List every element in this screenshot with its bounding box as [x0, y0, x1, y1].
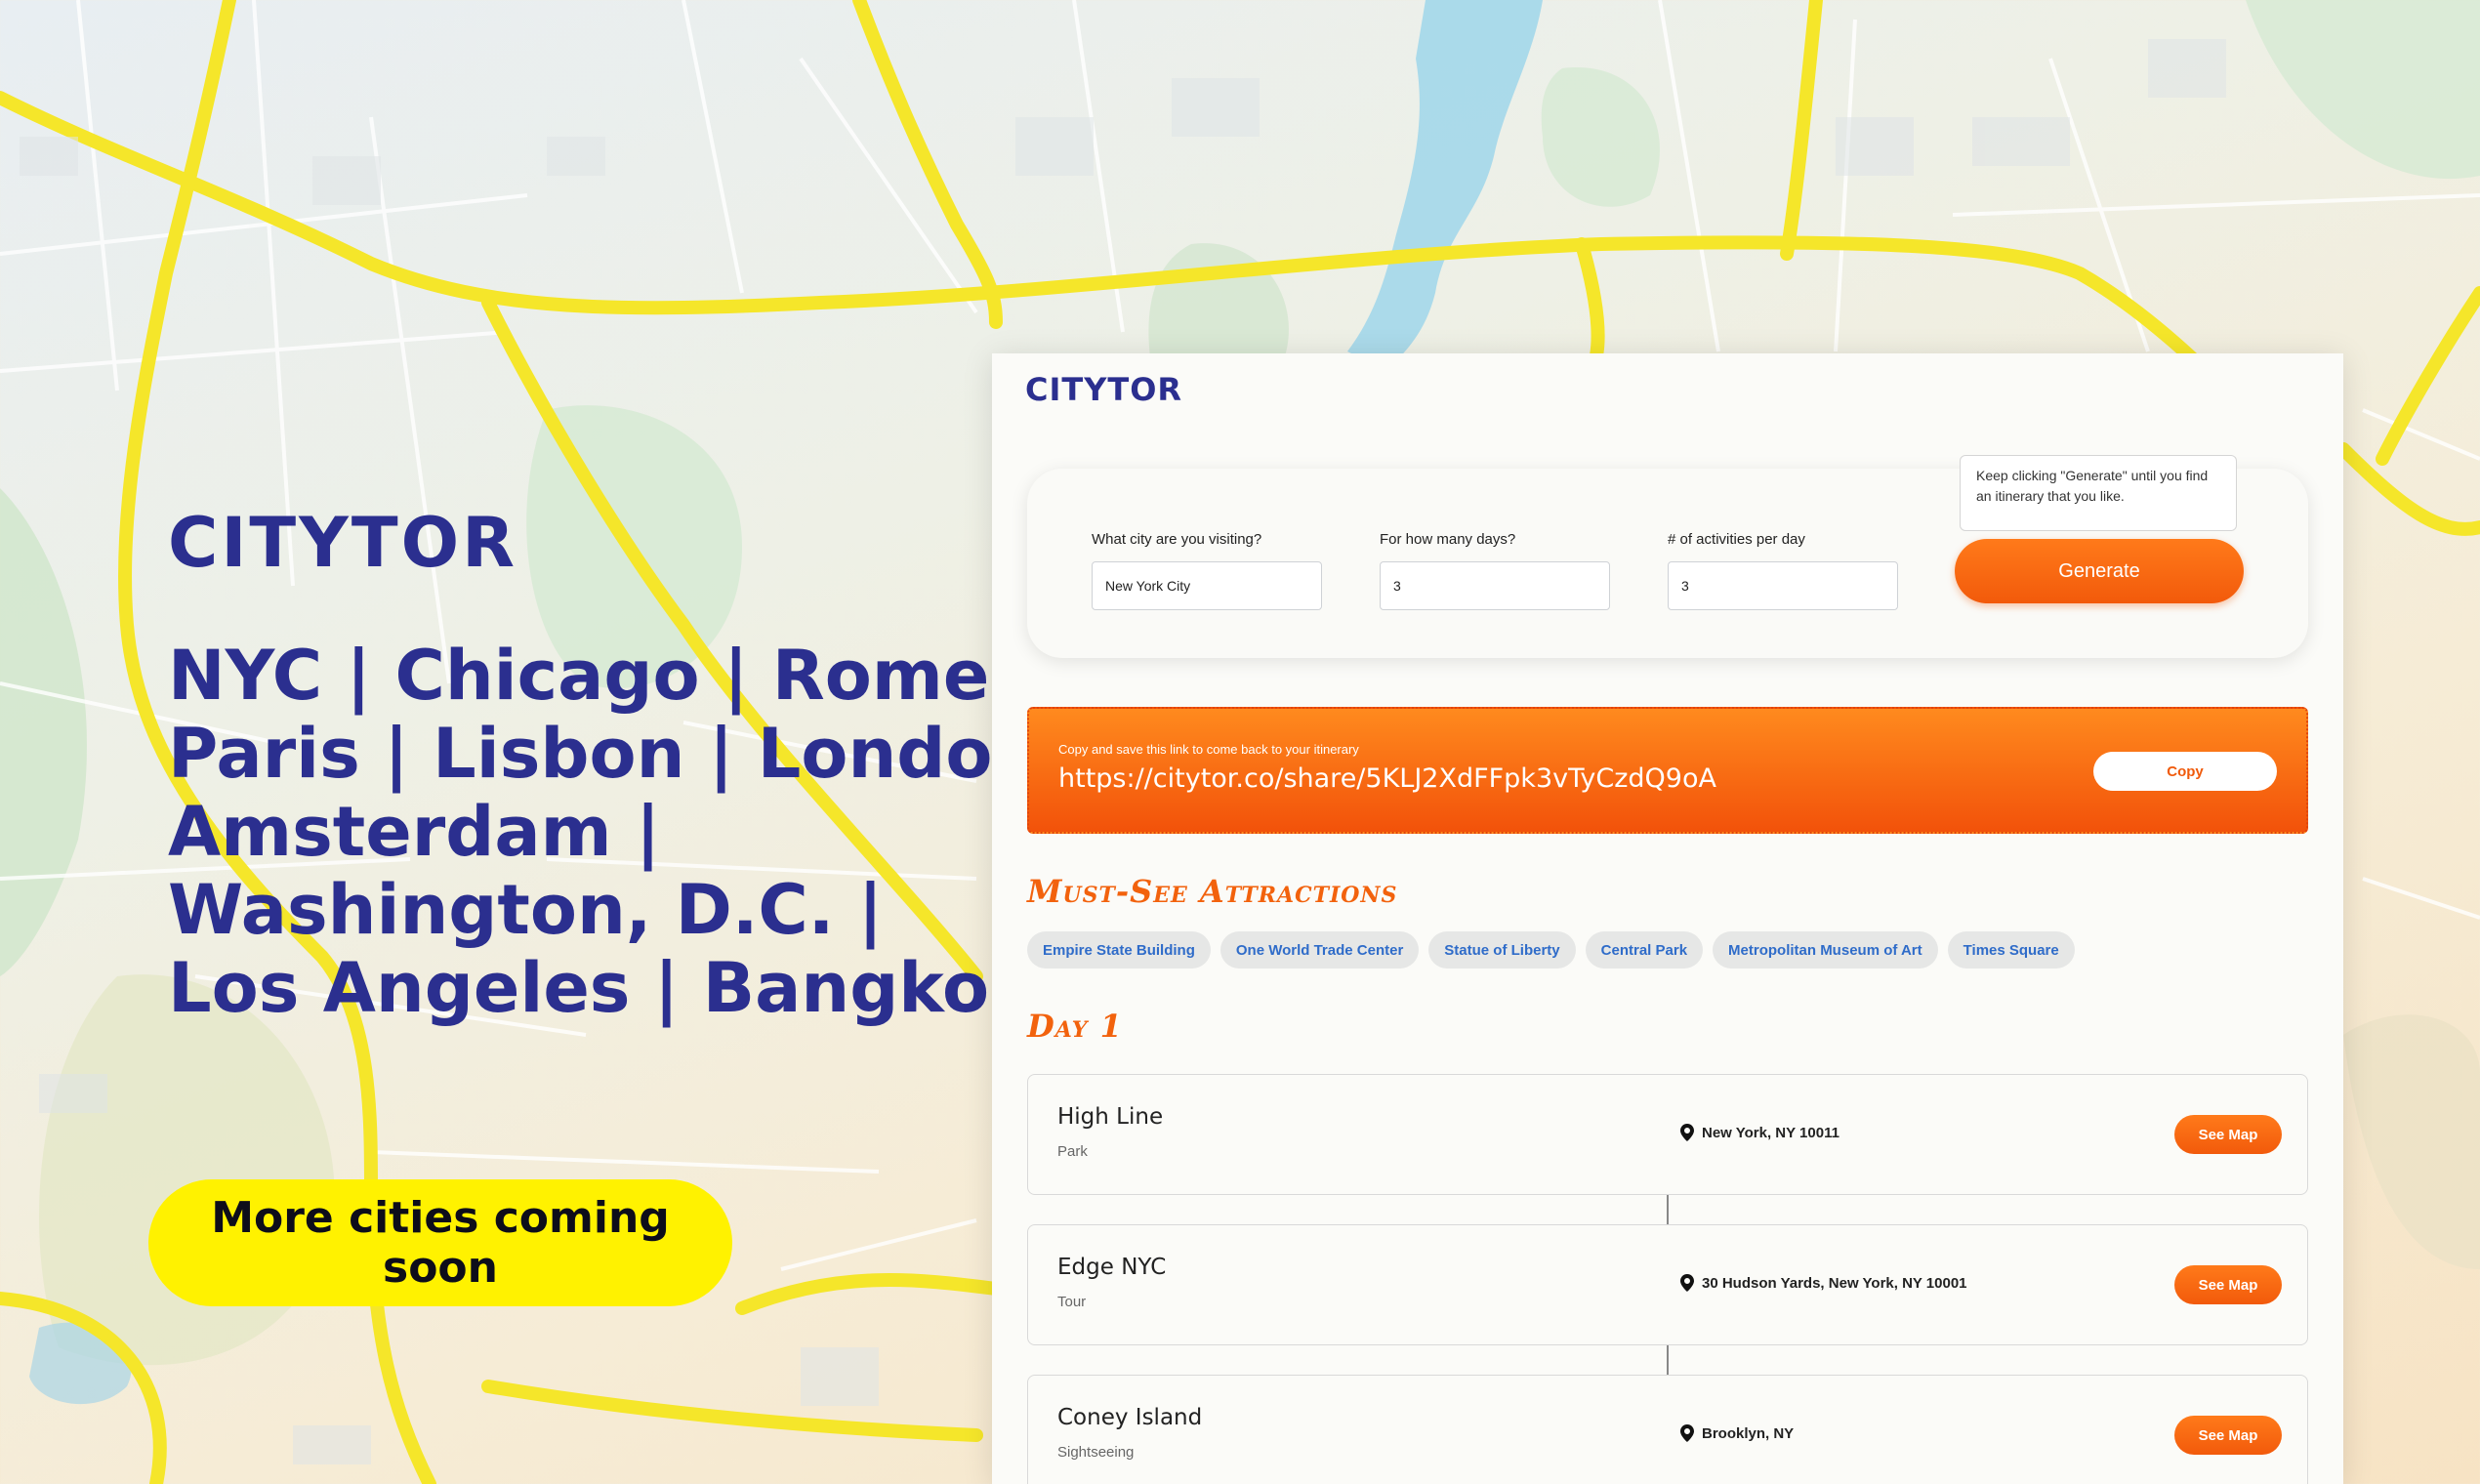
- days-label: For how many days?: [1380, 531, 1516, 548]
- activities-field: # of activities per day: [1668, 531, 1898, 610]
- park-area: [0, 488, 87, 976]
- activity-name: Coney Island: [1057, 1405, 1203, 1430]
- activity-name: Edge NYC: [1057, 1255, 1167, 1280]
- share-hint: Copy and save this link to come back to …: [1058, 742, 1359, 757]
- activity-type: Park: [1057, 1143, 1088, 1160]
- attraction-chip[interactable]: Statue of Liberty: [1428, 931, 1576, 969]
- cities-line: NYC | Chicago | Rome: [168, 636, 990, 716]
- days-field: For how many days?: [1380, 531, 1610, 610]
- activity-card: Edge NYC Tour 30 Hudson Yards, New York,…: [1027, 1224, 2308, 1345]
- copy-button[interactable]: Copy: [2093, 752, 2277, 791]
- day-heading: Day 1: [1027, 1008, 1123, 1045]
- more-cities-coming-soon-button[interactable]: More cities coming soon: [148, 1179, 732, 1306]
- attraction-chip[interactable]: Central Park: [1585, 931, 1704, 969]
- activity-card: High Line Park New York, NY 10011 See Ma…: [1027, 1074, 2308, 1195]
- timeline-connector: [1667, 1195, 1669, 1224]
- attraction-chip[interactable]: Empire State Building: [1027, 931, 1211, 969]
- activity-type: Tour: [1057, 1294, 1087, 1310]
- attraction-chip[interactable]: One World Trade Center: [1219, 931, 1420, 969]
- attractions-heading: Must-See Attractions: [1027, 873, 1398, 910]
- city-field: What city are you visiting?: [1092, 531, 1322, 610]
- cities-line: Los Angeles | Bangkok: [168, 948, 1035, 1028]
- activities-input[interactable]: [1668, 561, 1898, 610]
- app-logo[interactable]: CITYTOR: [1025, 371, 1182, 408]
- address-text: New York, NY 10011: [1702, 1124, 1839, 1141]
- attraction-chip[interactable]: Times Square: [1947, 931, 2075, 969]
- generate-button[interactable]: Generate: [1955, 539, 2244, 603]
- supported-cities-list: NYC | Chicago | Rome Paris | Lisbon | Lo…: [168, 636, 1042, 1028]
- city-label: What city are you visiting?: [1092, 531, 1262, 548]
- activity-address: New York, NY 10011: [1680, 1124, 1839, 1141]
- address-text: 30 Hudson Yards, New York, NY 10001: [1702, 1274, 1967, 1292]
- cities-line: Washington, D.C. |: [168, 870, 884, 950]
- park-area: [1541, 67, 1660, 207]
- activity-type: Sightseeing: [1057, 1444, 1135, 1461]
- park-area: [39, 974, 335, 1366]
- share-url[interactable]: https://citytor.co/share/5KLJ2XdFFpk3vTy…: [1058, 763, 1716, 794]
- map-pin-icon: [1680, 1124, 1694, 1141]
- activity-address: Brooklyn, NY: [1680, 1424, 1794, 1442]
- address-text: Brooklyn, NY: [1702, 1424, 1795, 1442]
- map-pin-icon: [1680, 1274, 1694, 1292]
- app-preview-panel: CITYTOR What city are you visiting? For …: [992, 353, 2343, 1484]
- river: [1347, 0, 1543, 371]
- itinerary-form: What city are you visiting? For how many…: [1027, 455, 2308, 658]
- attraction-chip[interactable]: Metropolitan Museum of Art: [1713, 931, 1938, 969]
- park-area: [2343, 1014, 2480, 1269]
- city-input[interactable]: [1092, 561, 1322, 610]
- cities-line: Paris | Lisbon | London: [168, 714, 1042, 794]
- map-pin-icon: [1680, 1424, 1694, 1442]
- share-link-bar: Copy and save this link to come back to …: [1027, 707, 2308, 834]
- activities-label: # of activities per day: [1668, 531, 1805, 548]
- activity-address: 30 Hudson Yards, New York, NY 10001: [1680, 1274, 1967, 1292]
- activity-name: High Line: [1057, 1104, 1164, 1130]
- see-map-button[interactable]: See Map: [2174, 1265, 2282, 1304]
- cities-line: Amsterdam |: [168, 792, 661, 872]
- generate-tooltip: Keep clicking "Generate" until you find …: [1960, 455, 2237, 531]
- see-map-button[interactable]: See Map: [2174, 1115, 2282, 1154]
- days-input[interactable]: [1380, 561, 1610, 610]
- attractions-chips: Empire State Building One World Trade Ce…: [1027, 931, 2075, 969]
- hero-logo: CITYTOR: [168, 503, 518, 583]
- see-map-button[interactable]: See Map: [2174, 1416, 2282, 1455]
- activity-card: Coney Island Sightseeing Brooklyn, NY Se…: [1027, 1375, 2308, 1484]
- timeline-connector: [1667, 1345, 1669, 1375]
- park-area: [2246, 0, 2480, 180]
